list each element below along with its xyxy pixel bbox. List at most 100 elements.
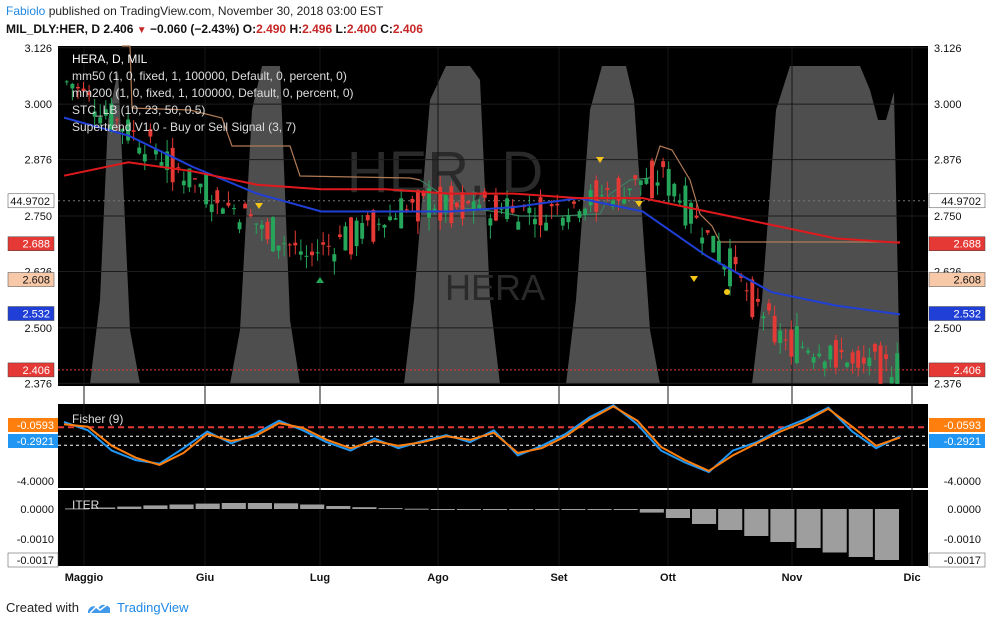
candle-body <box>282 243 287 245</box>
fisher-tick: -0.2921 <box>17 436 54 448</box>
iter-bar <box>195 503 220 509</box>
iter-bar <box>326 506 351 509</box>
price-tick-right: 2.500 <box>934 323 962 335</box>
candle-body <box>181 180 186 186</box>
candle-body <box>159 162 164 166</box>
iter-bar <box>692 509 717 524</box>
iter-bar <box>822 509 847 553</box>
candle-body <box>822 361 827 369</box>
candle-body <box>516 221 521 230</box>
candle-body <box>872 343 877 352</box>
signal-dot <box>724 289 730 295</box>
tradingview-link[interactable]: TradingView <box>117 600 189 615</box>
candle-body <box>64 81 69 83</box>
watermark-name: HERA <box>445 267 545 308</box>
iter-tick: 0.0000 <box>20 504 54 516</box>
candle-body <box>711 235 716 253</box>
candle-body <box>321 242 326 245</box>
candle-body <box>226 202 231 206</box>
fisher-tick: -0.2921 <box>944 436 981 448</box>
fisher-tick: -0.0593 <box>17 420 54 432</box>
price-tag: 2.406 <box>953 365 981 377</box>
created-with: Created with <box>6 600 79 615</box>
tradingview-logo-icon[interactable] <box>87 601 111 615</box>
price-tick-right: 3.126 <box>934 43 962 55</box>
price-tag: 2.688 <box>22 239 50 251</box>
time-tick: Ott <box>660 572 676 584</box>
candle-body <box>287 244 292 246</box>
candle-body <box>388 216 392 221</box>
time-tick: Dic <box>903 572 920 584</box>
candle-body <box>599 195 604 197</box>
fisher-label: Fisher (9) <box>72 412 123 426</box>
candle-body <box>644 178 649 184</box>
iter-bar <box>352 507 377 509</box>
candle-body <box>878 345 883 384</box>
candle-body <box>806 350 810 353</box>
candle-body <box>198 183 203 188</box>
candle-body <box>477 204 482 209</box>
last-price: 2.406 <box>103 22 134 36</box>
chart-canvas[interactable]: HER, D HERA HERA, D, MILmm50 (1, 0, fixe… <box>0 40 994 588</box>
candle-body <box>376 223 381 225</box>
candle-body <box>505 198 510 220</box>
iter-bar <box>143 505 168 509</box>
candle-body <box>627 188 632 191</box>
price-tag: 44.9702 <box>941 196 981 208</box>
legend-item: Supertrend V1.0 - Buy or Sell Signal (3,… <box>72 120 296 134</box>
iter-bar <box>247 503 272 509</box>
close-value: 2.406 <box>392 22 423 36</box>
candle-body <box>449 185 454 224</box>
iter-bar <box>770 509 795 542</box>
time-tick: Nov <box>782 572 804 584</box>
author-name[interactable]: Fabiolo <box>6 4 45 18</box>
candle-body <box>577 211 582 218</box>
iter-bar <box>300 504 325 509</box>
fisher-pane <box>58 404 928 488</box>
candle-body <box>404 209 409 211</box>
candle-body <box>371 209 376 242</box>
candle-body <box>661 161 666 168</box>
publish-line: Fabiolo published on TradingView.com, No… <box>6 4 383 18</box>
footer: Created with TradingView <box>6 600 189 615</box>
candle-body <box>410 198 415 203</box>
candle-body <box>415 190 420 222</box>
time-tick: Lug <box>310 572 330 584</box>
iter-bar <box>456 509 481 510</box>
candle-body <box>215 190 220 204</box>
candle-body <box>755 298 760 302</box>
legend-item: HERA, D, MIL <box>72 52 148 66</box>
candle-body <box>638 180 643 185</box>
iter-bar <box>117 506 142 509</box>
candle-body <box>705 230 710 233</box>
candle-body <box>783 339 788 341</box>
iter-bar <box>848 509 873 557</box>
candle-body <box>237 222 242 230</box>
down-triangle-icon: ▼ <box>136 25 147 36</box>
iter-bar <box>509 509 534 510</box>
candle-body <box>142 154 147 162</box>
candle-body <box>499 209 504 211</box>
iter-tick: -0.0017 <box>17 555 54 567</box>
iter-label: ITER <box>72 498 100 512</box>
candle-body <box>360 223 365 239</box>
high-value: 2.496 <box>302 22 333 36</box>
open-label: O: <box>242 22 257 36</box>
fisher-tick: -0.0593 <box>944 420 981 432</box>
iter-bar <box>274 503 299 509</box>
price-tick-left: 3.000 <box>24 99 52 111</box>
candle-body <box>232 208 236 210</box>
price-change: −0.060 (−2.43%) <box>149 22 240 36</box>
candle-body <box>778 330 783 344</box>
legend-item: mm200 (1, 0, fixed, 1, 100000, Default, … <box>72 86 354 100</box>
candle-body <box>833 340 838 368</box>
candle-body <box>315 252 320 254</box>
candle-body <box>332 254 337 262</box>
candle-body <box>532 218 537 225</box>
candle-body <box>343 226 348 251</box>
publish-info: published on TradingView.com, November 3… <box>48 4 384 18</box>
candle-body <box>220 208 225 214</box>
candle-body <box>265 221 270 240</box>
candle-body <box>683 185 688 226</box>
candle-body <box>137 147 142 154</box>
